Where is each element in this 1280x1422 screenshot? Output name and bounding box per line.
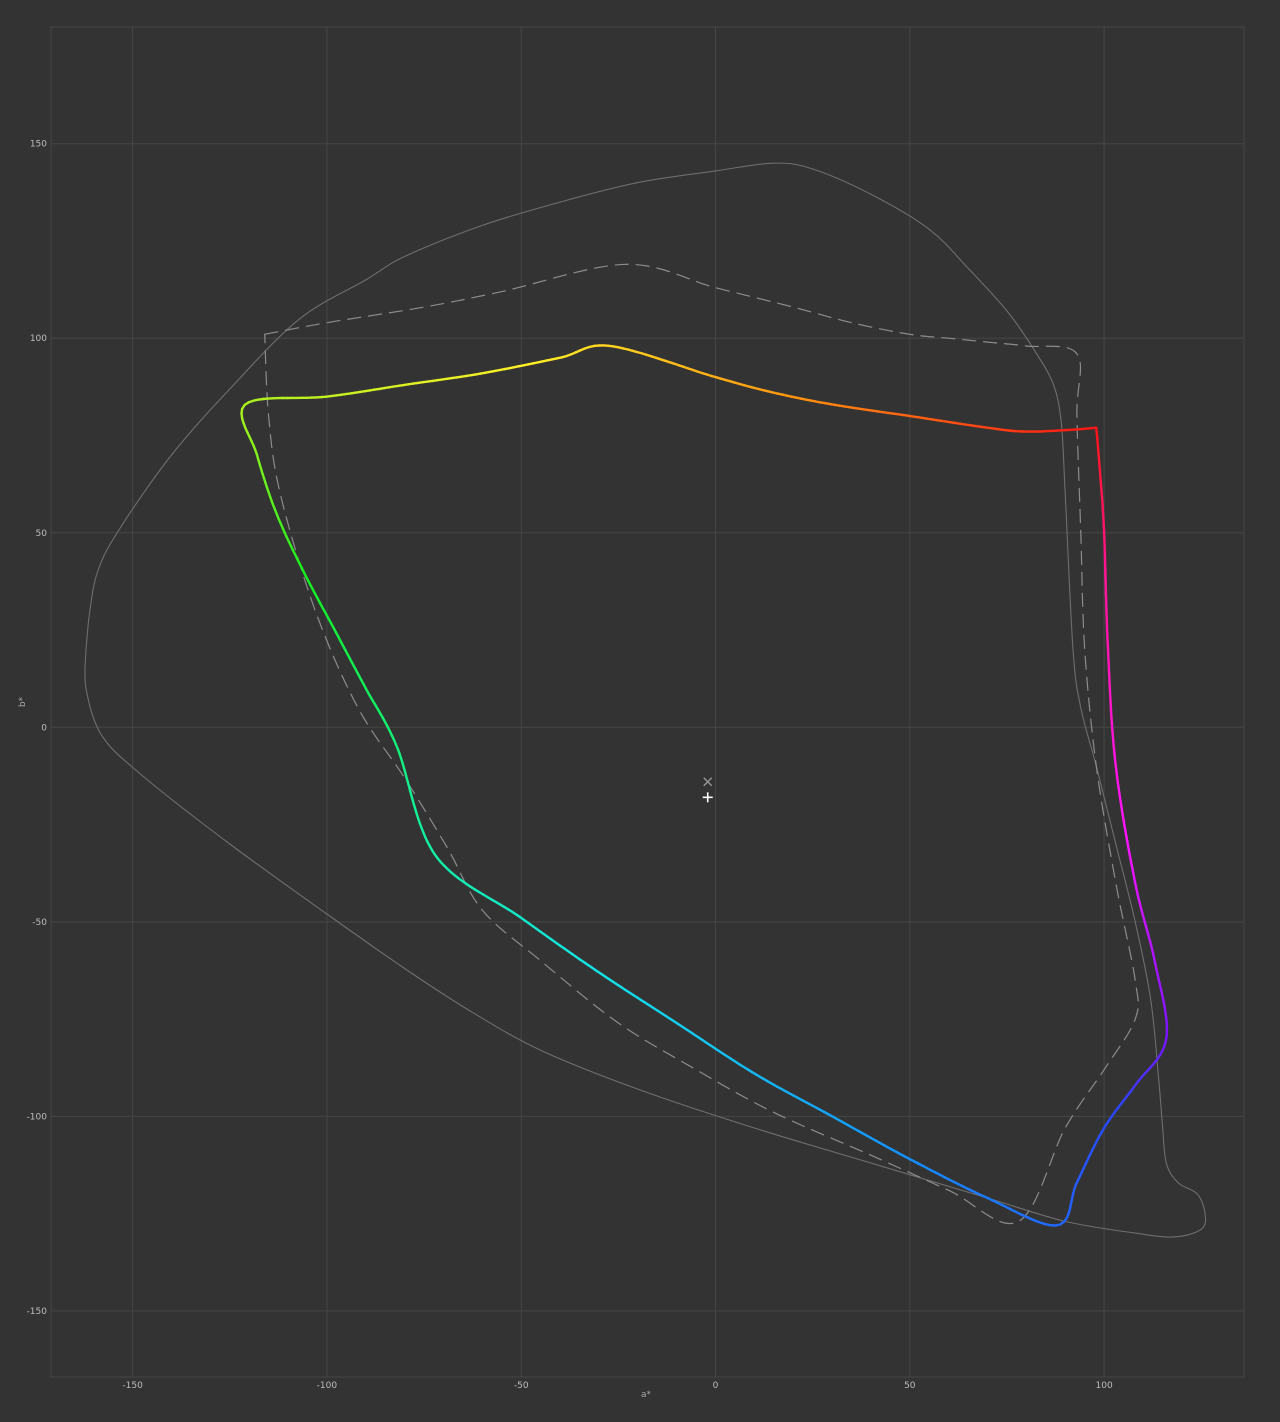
x-tick-labels: -150 -100 -50 0 50 100 <box>122 1381 1113 1391</box>
x-tick-label: 100 <box>1096 1381 1113 1391</box>
x-tick-label: 50 <box>904 1381 916 1391</box>
x-tick-label: -150 <box>122 1381 143 1391</box>
y-tick-label: 0 <box>41 723 47 733</box>
gamut-chart: -150 -100 -50 0 50 100 150 100 50 0 -50 -100 -150 a… <box>18 26 1245 1400</box>
y-tick-label: 100 <box>30 334 47 344</box>
y-tick-label: 50 <box>36 529 48 539</box>
x-tick-label: 0 <box>713 1381 719 1391</box>
x-tick-label: -100 <box>317 1381 338 1391</box>
y-tick-label: 150 <box>30 140 47 150</box>
x-axis-label: a* <box>641 1390 652 1400</box>
y-tick-label: -50 <box>32 918 47 928</box>
x-tick-label: -50 <box>514 1381 529 1391</box>
y-tick-labels: 150 100 50 0 -50 -100 -150 <box>27 140 48 1317</box>
y-tick-label: -100 <box>27 1112 48 1122</box>
y-tick-label: -150 <box>27 1307 48 1317</box>
y-axis-label: b* <box>18 696 28 707</box>
plot-area <box>50 26 1245 1378</box>
